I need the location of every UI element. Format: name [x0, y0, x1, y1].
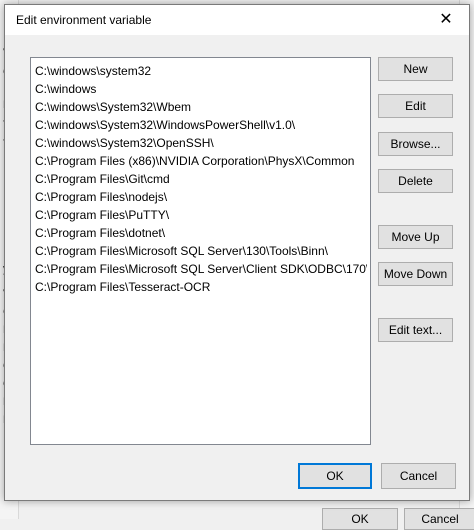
edit-environment-variable-dialog: Edit environment variable ✕ C:\windows\s…: [4, 4, 470, 501]
background-cancel-button: Cancel: [404, 508, 474, 530]
new-button[interactable]: New: [378, 57, 453, 81]
delete-button[interactable]: Delete: [378, 169, 453, 193]
path-list-item[interactable]: C:\Program Files\Tesseract-OCR: [35, 278, 367, 296]
edit-button[interactable]: Edit: [378, 94, 453, 118]
title-bar: Edit environment variable ✕: [5, 5, 469, 35]
edit-text-button[interactable]: Edit text...: [378, 318, 453, 342]
cancel-button[interactable]: Cancel: [381, 463, 456, 489]
browse-button[interactable]: Browse...: [378, 132, 453, 156]
path-list-item[interactable]: C:\windows\System32\Wbem: [35, 98, 367, 116]
ok-button[interactable]: OK: [298, 463, 372, 489]
move-down-button[interactable]: Move Down: [378, 262, 453, 286]
path-list-item[interactable]: C:\Program Files\Microsoft SQL Server\Cl…: [35, 260, 367, 278]
background-ok-button: OK: [322, 508, 398, 530]
close-icon[interactable]: ✕: [423, 5, 469, 35]
path-list-item[interactable]: C:\Program Files\PuTTY\: [35, 206, 367, 224]
path-list-item[interactable]: C:\windows: [35, 80, 367, 98]
path-list-item[interactable]: C:\Program Files (x86)\NVIDIA Corporatio…: [35, 152, 367, 170]
path-list-item[interactable]: C:\windows\System32\OpenSSH\: [35, 134, 367, 152]
path-list-item[interactable]: C:\Program Files\Microsoft SQL Server\13…: [35, 242, 367, 260]
path-list-item[interactable]: C:\windows\System32\WindowsPowerShell\v1…: [35, 116, 367, 134]
move-up-button[interactable]: Move Up: [378, 225, 453, 249]
path-list[interactable]: C:\windows\system32 C:\windows C:\window…: [30, 57, 371, 445]
path-list-item[interactable]: C:\Program Files\nodejs\: [35, 188, 367, 206]
path-list-item[interactable]: C:\windows\system32: [35, 62, 367, 80]
path-list-item[interactable]: C:\Program Files\Git\cmd: [35, 170, 367, 188]
dialog-title: Edit environment variable: [16, 13, 152, 27]
path-list-item[interactable]: C:\Program Files\dotnet\: [35, 224, 367, 242]
